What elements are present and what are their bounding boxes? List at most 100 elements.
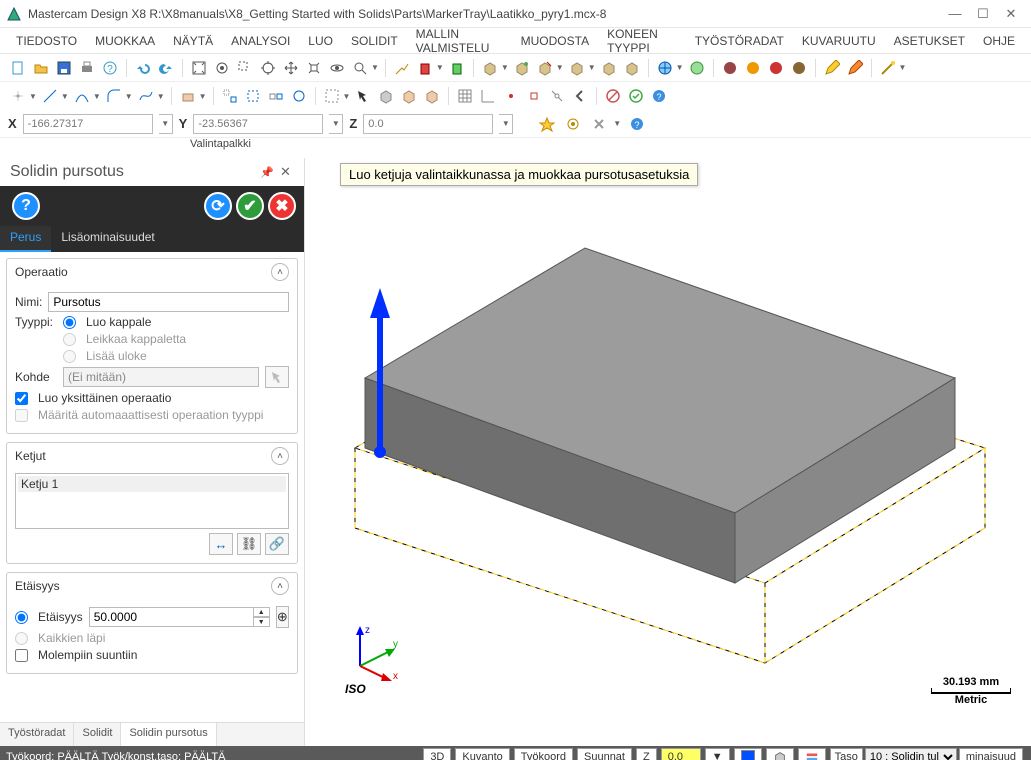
globe-icon[interactable]	[655, 58, 675, 78]
arc-icon[interactable]	[72, 86, 92, 106]
primitive-icon[interactable]	[178, 86, 198, 106]
pencil-orange-icon[interactable]	[845, 58, 865, 78]
x-input[interactable]	[23, 114, 153, 134]
sphere-green-icon[interactable]	[687, 58, 707, 78]
z-dropdown[interactable]: ▼	[499, 114, 513, 134]
status-wcs-button[interactable]: Työkoord	[514, 748, 573, 760]
close-button[interactable]: ✕	[997, 4, 1025, 24]
menu-view[interactable]: NÄYTÄ	[165, 31, 221, 51]
x-dropdown[interactable]: ▼	[159, 114, 173, 134]
group-distance-collapse[interactable]: ˄	[271, 577, 289, 595]
undo-icon[interactable]	[133, 58, 153, 78]
circle-brown-icon[interactable]	[789, 58, 809, 78]
fastpoint-icon[interactable]	[537, 114, 557, 134]
snap2-icon[interactable]	[524, 86, 544, 106]
axis-icon[interactable]	[478, 86, 498, 106]
delete-icon[interactable]	[415, 58, 435, 78]
repaint-icon[interactable]	[212, 58, 232, 78]
status-z-value[interactable]: 0.0	[661, 748, 701, 760]
zoom-window-icon[interactable]	[235, 58, 255, 78]
xform4-icon[interactable]	[289, 86, 309, 106]
viewport[interactable]: Luo ketjuja valintaikkunassa ja muokkaa …	[305, 158, 1031, 746]
help-doc-icon[interactable]: ?	[100, 58, 120, 78]
pan-icon[interactable]	[281, 58, 301, 78]
analyze-icon[interactable]	[392, 58, 412, 78]
new-file-icon[interactable]	[8, 58, 28, 78]
status-color-button[interactable]	[734, 748, 762, 760]
sel-rect-icon[interactable]	[322, 86, 342, 106]
point-icon[interactable]	[8, 86, 28, 106]
cross-icon[interactable]	[589, 114, 609, 134]
snap3-icon[interactable]	[547, 86, 567, 106]
panel-apply-new-button[interactable]: ⟳	[204, 192, 232, 220]
xform3-icon[interactable]	[266, 86, 286, 106]
single-op-checkbox[interactable]	[15, 392, 28, 405]
type-create-radio[interactable]	[63, 316, 76, 329]
redo-icon[interactable]	[156, 58, 176, 78]
status-level-button[interactable]	[766, 748, 794, 760]
pencil-yellow-icon[interactable]	[822, 58, 842, 78]
y-dropdown[interactable]: ▼	[329, 114, 343, 134]
grid-icon[interactable]	[455, 86, 475, 106]
sel-arrow-icon[interactable]	[353, 86, 373, 106]
info-icon[interactable]: ?	[627, 114, 647, 134]
chains-listbox[interactable]: Ketju 1	[15, 473, 289, 529]
solid-cube4-icon[interactable]	[567, 58, 587, 78]
tab-basic[interactable]: Perus	[0, 226, 51, 252]
solid-cube6-icon[interactable]	[622, 58, 642, 78]
spline-icon[interactable]	[136, 86, 156, 106]
distance-down[interactable]: ▼	[254, 617, 270, 627]
minimize-button[interactable]: ―	[941, 4, 969, 24]
solid-cube1-icon[interactable]	[480, 58, 500, 78]
chain-rechain-button[interactable]: ⛓	[237, 533, 261, 555]
menu-analyze[interactable]: ANALYSOI	[223, 31, 298, 51]
dynamic-rotate-icon[interactable]	[327, 58, 347, 78]
status-plane-label[interactable]: Taso	[830, 748, 863, 760]
group-operation-collapse[interactable]: ˄	[271, 263, 289, 281]
status-dir-button[interactable]: Suunnat	[577, 748, 632, 760]
bottom-tab-extrude[interactable]: Solidin pursotus	[121, 723, 216, 746]
chain-add-button[interactable]: 🔗	[265, 533, 289, 555]
status-view-button[interactable]: Kuvanto	[455, 748, 509, 760]
menu-help[interactable]: OHJE	[975, 31, 1023, 51]
menu-solids[interactable]: SOLIDIT	[343, 31, 406, 51]
open-file-icon[interactable]	[31, 58, 51, 78]
menu-machine[interactable]: KONEEN TYYPPI	[599, 24, 685, 58]
zoom-target-icon[interactable]	[258, 58, 278, 78]
group-chains-collapse[interactable]: ˄	[271, 447, 289, 465]
status-plane-select[interactable]: 10 : Solidin tul	[865, 748, 957, 760]
pin-icon[interactable]: 📌	[260, 166, 274, 179]
line-icon[interactable]	[40, 86, 60, 106]
distance-input[interactable]	[89, 607, 254, 627]
status-attributes-button[interactable]	[798, 748, 826, 760]
help-blue-icon[interactable]: ?	[649, 86, 669, 106]
tab-advanced[interactable]: Lisäominaisuudet	[51, 226, 164, 252]
menu-screen[interactable]: KUVARUUTU	[794, 31, 884, 51]
snap-icon[interactable]	[501, 86, 521, 106]
circle-orange-icon[interactable]	[743, 58, 763, 78]
circle-red-icon[interactable]	[766, 58, 786, 78]
both-dir-checkbox[interactable]	[15, 649, 28, 662]
z-input[interactable]	[363, 114, 493, 134]
menu-modelprep[interactable]: MALLIN VALMISTELU	[408, 24, 511, 58]
panel-help-button[interactable]: ?	[12, 192, 40, 220]
chain-reverse-button[interactable]: ↔	[209, 533, 233, 555]
print-icon[interactable]	[77, 58, 97, 78]
status-z-dropdown[interactable]: ▼	[705, 748, 730, 760]
sel-solid-icon[interactable]	[399, 86, 419, 106]
name-input[interactable]	[48, 292, 289, 312]
unzoom-icon[interactable]	[304, 58, 324, 78]
bottom-tab-toolpaths[interactable]: Työstöradat	[0, 723, 74, 746]
fit-icon[interactable]	[189, 58, 209, 78]
panel-close-icon[interactable]: ✕	[280, 164, 294, 180]
panel-cancel-button[interactable]: ✖	[268, 192, 296, 220]
bottom-tab-solids[interactable]: Solidit	[74, 723, 121, 746]
menu-toolpaths[interactable]: TYÖSTÖRADAT	[687, 31, 792, 51]
sel-solid2-icon[interactable]	[422, 86, 442, 106]
distance-up[interactable]: ▲	[254, 607, 270, 617]
xform2-icon[interactable]	[243, 86, 263, 106]
circle-darkred-icon[interactable]	[720, 58, 740, 78]
zoom-previous-icon[interactable]	[350, 58, 370, 78]
menu-form[interactable]: MUODOSTA	[513, 31, 597, 51]
solid-cube5-icon[interactable]	[599, 58, 619, 78]
